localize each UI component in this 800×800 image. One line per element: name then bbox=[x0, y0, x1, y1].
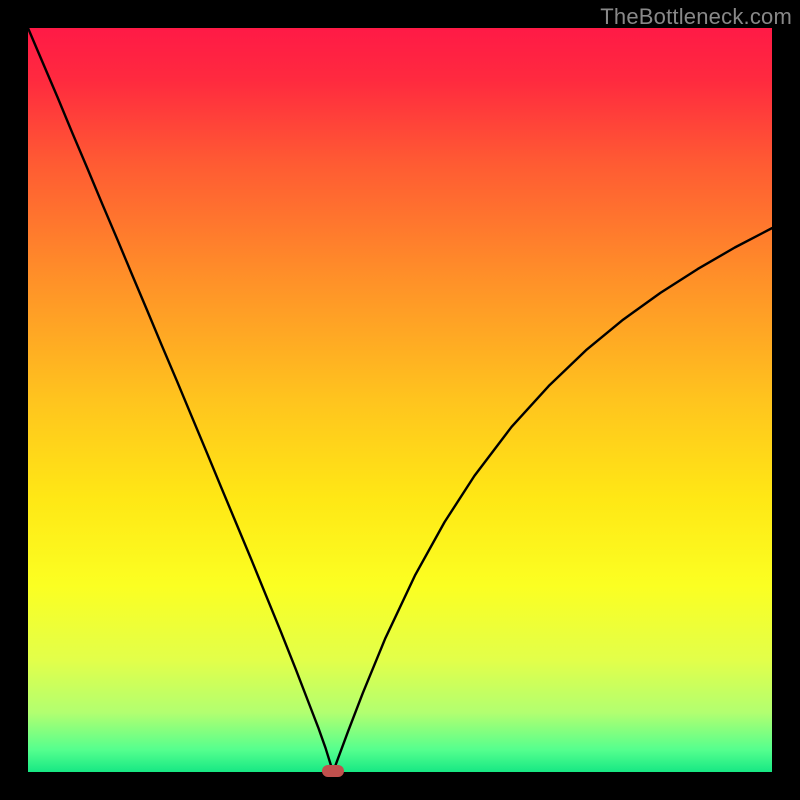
chart-svg bbox=[28, 28, 772, 772]
watermark-text: TheBottleneck.com bbox=[600, 4, 792, 30]
chart-background bbox=[28, 28, 772, 772]
chart-plot-area bbox=[28, 28, 772, 772]
minimum-marker bbox=[322, 765, 344, 777]
